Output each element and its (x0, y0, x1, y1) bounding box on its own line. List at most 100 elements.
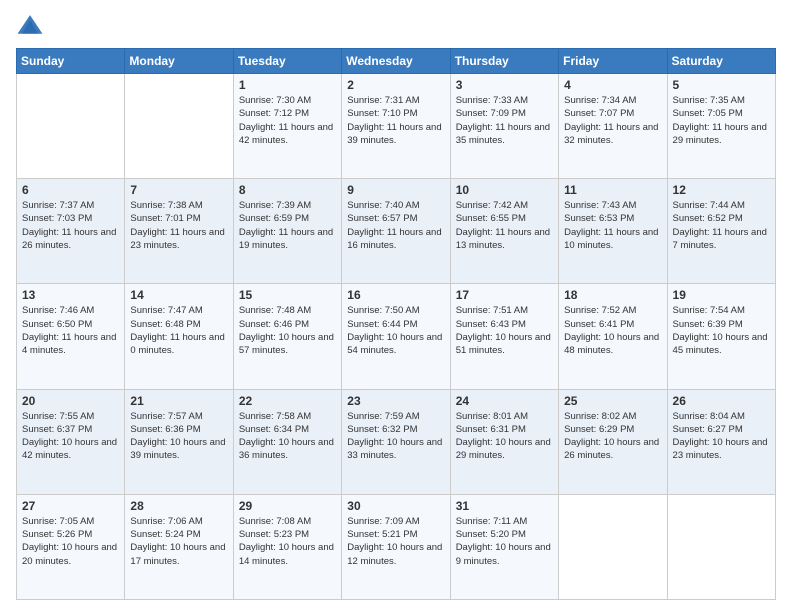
week-row-3: 13 Sunrise: 7:46 AM Sunset: 6:50 PM Dayli… (17, 284, 776, 389)
day-number: 31 (456, 499, 553, 513)
day-number: 10 (456, 183, 553, 197)
calendar-table: Sunday Monday Tuesday Wednesday Thursday… (16, 48, 776, 600)
day-info: Sunrise: 7:06 AM Sunset: 5:24 PM Dayligh… (130, 515, 227, 568)
day-cell: 1 Sunrise: 7:30 AM Sunset: 7:12 PM Daylig… (233, 74, 341, 179)
day-info: Sunrise: 7:39 AM Sunset: 6:59 PM Dayligh… (239, 199, 336, 252)
day-cell: 22 Sunrise: 7:58 AM Sunset: 6:34 PM Dayli… (233, 389, 341, 494)
day-info: Sunrise: 8:04 AM Sunset: 6:27 PM Dayligh… (673, 410, 770, 463)
day-cell: 13 Sunrise: 7:46 AM Sunset: 6:50 PM Dayli… (17, 284, 125, 389)
day-cell: 15 Sunrise: 7:48 AM Sunset: 6:46 PM Dayli… (233, 284, 341, 389)
day-info: Sunrise: 7:54 AM Sunset: 6:39 PM Dayligh… (673, 304, 770, 357)
day-info: Sunrise: 7:30 AM Sunset: 7:12 PM Dayligh… (239, 94, 336, 147)
day-cell: 14Sunrise: 7:47 AM Sunset: 6:48 PM Dayli… (125, 284, 233, 389)
day-info: Sunrise: 7:52 AM Sunset: 6:41 PM Dayligh… (564, 304, 661, 357)
day-cell: 25 Sunrise: 8:02 AM Sunset: 6:29 PM Dayli… (559, 389, 667, 494)
week-row-5: 27Sunrise: 7:05 AM Sunset: 5:26 PM Dayli… (17, 494, 776, 599)
day-info: Sunrise: 7:40 AM Sunset: 6:57 PM Dayligh… (347, 199, 444, 252)
day-number: 11 (564, 183, 661, 197)
header-monday: Monday (125, 49, 233, 74)
day-number: 22 (239, 394, 336, 408)
day-cell: 4 Sunrise: 7:34 AM Sunset: 7:07 PM Daylig… (559, 74, 667, 179)
week-row-1: 1 Sunrise: 7:30 AM Sunset: 7:12 PM Daylig… (17, 74, 776, 179)
weekday-header-row: Sunday Monday Tuesday Wednesday Thursday… (17, 49, 776, 74)
day-cell: 18 Sunrise: 7:52 AM Sunset: 6:41 PM Dayli… (559, 284, 667, 389)
day-info: Sunrise: 7:08 AM Sunset: 5:23 PM Dayligh… (239, 515, 336, 568)
day-number: 18 (564, 288, 661, 302)
day-info: Sunrise: 7:46 AM Sunset: 6:50 PM Dayligh… (22, 304, 119, 357)
day-cell (17, 74, 125, 179)
day-number: 19 (673, 288, 770, 302)
day-number: 20 (22, 394, 119, 408)
day-cell (559, 494, 667, 599)
day-number: 25 (564, 394, 661, 408)
day-number: 23 (347, 394, 444, 408)
day-info: Sunrise: 7:51 AM Sunset: 6:43 PM Dayligh… (456, 304, 553, 357)
day-cell: 31 Sunrise: 7:11 AM Sunset: 5:20 PM Dayli… (450, 494, 558, 599)
day-cell: 23 Sunrise: 7:59 AM Sunset: 6:32 PM Dayli… (342, 389, 450, 494)
day-cell: 20 Sunrise: 7:55 AM Sunset: 6:37 PM Dayli… (17, 389, 125, 494)
day-cell: 19 Sunrise: 7:54 AM Sunset: 6:39 PM Dayli… (667, 284, 775, 389)
header-sunday: Sunday (17, 49, 125, 74)
day-info: Sunrise: 8:01 AM Sunset: 6:31 PM Dayligh… (456, 410, 553, 463)
day-cell: 2 Sunrise: 7:31 AM Sunset: 7:10 PM Daylig… (342, 74, 450, 179)
day-cell: 29Sunrise: 7:08 AM Sunset: 5:23 PM Dayli… (233, 494, 341, 599)
day-info: Sunrise: 7:55 AM Sunset: 6:37 PM Dayligh… (22, 410, 119, 463)
day-info: Sunrise: 7:33 AM Sunset: 7:09 PM Dayligh… (456, 94, 553, 147)
day-cell: 17 Sunrise: 7:51 AM Sunset: 6:43 PM Dayli… (450, 284, 558, 389)
day-cell: 5 Sunrise: 7:35 AM Sunset: 7:05 PM Daylig… (667, 74, 775, 179)
day-number: 1 (239, 78, 336, 92)
logo-icon (16, 12, 44, 40)
day-number: 5 (673, 78, 770, 92)
day-cell (125, 74, 233, 179)
day-cell: 21 Sunrise: 7:57 AM Sunset: 6:36 PM Dayli… (125, 389, 233, 494)
day-number: 3 (456, 78, 553, 92)
page: Sunday Monday Tuesday Wednesday Thursday… (0, 0, 792, 612)
day-number: 28 (130, 499, 227, 513)
day-number: 30 (347, 499, 444, 513)
day-info: Sunrise: 7:48 AM Sunset: 6:46 PM Dayligh… (239, 304, 336, 357)
header (16, 12, 776, 40)
day-info: Sunrise: 7:58 AM Sunset: 6:34 PM Dayligh… (239, 410, 336, 463)
day-cell: 10 Sunrise: 7:42 AM Sunset: 6:55 PM Dayli… (450, 179, 558, 284)
day-cell: 7Sunrise: 7:38 AM Sunset: 7:01 PM Daylig… (125, 179, 233, 284)
day-info: Sunrise: 7:09 AM Sunset: 5:21 PM Dayligh… (347, 515, 444, 568)
day-info: Sunrise: 7:44 AM Sunset: 6:52 PM Dayligh… (673, 199, 770, 252)
day-info: Sunrise: 7:35 AM Sunset: 7:05 PM Dayligh… (673, 94, 770, 147)
day-info: Sunrise: 7:50 AM Sunset: 6:44 PM Dayligh… (347, 304, 444, 357)
day-number: 12 (673, 183, 770, 197)
week-row-2: 6Sunrise: 7:37 AM Sunset: 7:03 PM Daylig… (17, 179, 776, 284)
day-number: 4 (564, 78, 661, 92)
day-cell: 24Sunrise: 8:01 AM Sunset: 6:31 PM Dayli… (450, 389, 558, 494)
day-info: Sunrise: 8:02 AM Sunset: 6:29 PM Dayligh… (564, 410, 661, 463)
header-wednesday: Wednesday (342, 49, 450, 74)
day-number: 26 (673, 394, 770, 408)
day-number: 9 (347, 183, 444, 197)
day-info: Sunrise: 7:11 AM Sunset: 5:20 PM Dayligh… (456, 515, 553, 568)
day-cell: 27Sunrise: 7:05 AM Sunset: 5:26 PM Dayli… (17, 494, 125, 599)
day-cell: 30 Sunrise: 7:09 AM Sunset: 5:21 PM Dayli… (342, 494, 450, 599)
day-cell: 3 Sunrise: 7:33 AM Sunset: 7:09 PM Daylig… (450, 74, 558, 179)
day-cell: 12 Sunrise: 7:44 AM Sunset: 6:52 PM Dayli… (667, 179, 775, 284)
day-number: 2 (347, 78, 444, 92)
day-number: 7 (130, 183, 227, 197)
day-number: 8 (239, 183, 336, 197)
day-info: Sunrise: 7:31 AM Sunset: 7:10 PM Dayligh… (347, 94, 444, 147)
day-info: Sunrise: 7:34 AM Sunset: 7:07 PM Dayligh… (564, 94, 661, 147)
day-cell: 16Sunrise: 7:50 AM Sunset: 6:44 PM Dayli… (342, 284, 450, 389)
day-number: 14 (130, 288, 227, 302)
header-thursday: Thursday (450, 49, 558, 74)
day-info: Sunrise: 7:42 AM Sunset: 6:55 PM Dayligh… (456, 199, 553, 252)
header-saturday: Saturday (667, 49, 775, 74)
day-info: Sunrise: 7:57 AM Sunset: 6:36 PM Dayligh… (130, 410, 227, 463)
day-number: 15 (239, 288, 336, 302)
day-number: 13 (22, 288, 119, 302)
day-number: 17 (456, 288, 553, 302)
day-cell: 9 Sunrise: 7:40 AM Sunset: 6:57 PM Daylig… (342, 179, 450, 284)
day-cell (667, 494, 775, 599)
header-tuesday: Tuesday (233, 49, 341, 74)
day-number: 21 (130, 394, 227, 408)
day-info: Sunrise: 7:05 AM Sunset: 5:26 PM Dayligh… (22, 515, 119, 568)
day-info: Sunrise: 7:59 AM Sunset: 6:32 PM Dayligh… (347, 410, 444, 463)
logo (16, 12, 48, 40)
day-cell: 11Sunrise: 7:43 AM Sunset: 6:53 PM Dayli… (559, 179, 667, 284)
